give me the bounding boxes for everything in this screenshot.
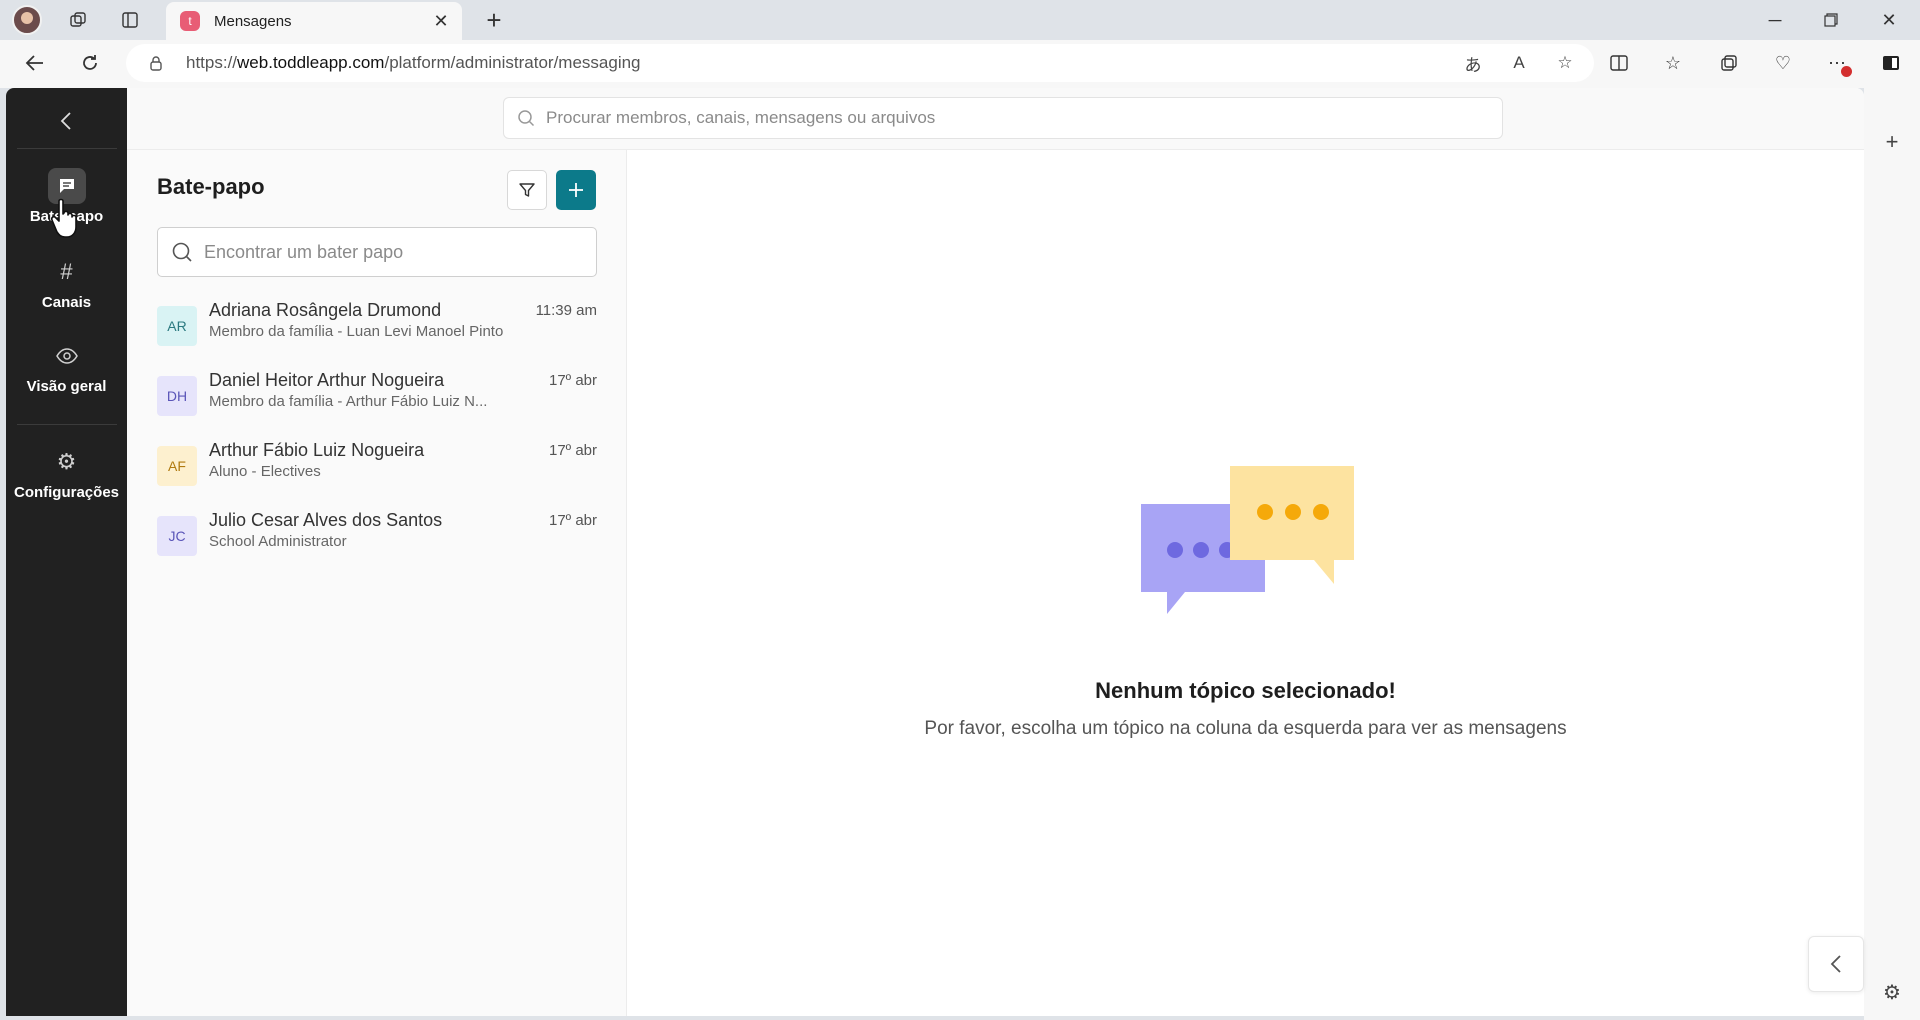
minimize-button[interactable]: ─ [1752, 4, 1798, 36]
chat-search-placeholder: Encontrar um bater papo [204, 241, 404, 262]
chat-name: Daniel Heitor Arthur Nogueira [209, 370, 445, 390]
global-search-input[interactable]: Procurar membros, canais, mensagens ou a… [503, 97, 1503, 139]
avatar: AF [157, 446, 197, 486]
nav-label-channels: Canais [41, 294, 92, 311]
top-bar: Procurar membros, canais, mensagens ou a… [127, 88, 1864, 150]
workspaces-icon[interactable] [62, 4, 94, 36]
chat-subtitle: Aluno - Electives [209, 463, 321, 480]
read-aloud-icon[interactable]: A [1506, 50, 1532, 76]
chat-subtitle: Membro da família - Arthur Fábio Luiz N.… [209, 393, 488, 410]
avatar: JC [157, 516, 197, 556]
left-nav: Bate-papo # Canais Visão geral ⚙ Configu… [6, 88, 127, 1016]
chat-time: 17º abr [548, 442, 597, 459]
eye-icon [48, 338, 86, 374]
more-menu-icon[interactable]: ⋯ [1822, 48, 1852, 78]
back-arrow-icon[interactable] [20, 48, 50, 78]
nav-item-channels[interactable]: # Canais [6, 254, 127, 311]
toddle-favicon-icon: t [180, 11, 200, 31]
chat-subtitle: School Administrator [209, 533, 347, 550]
collapse-nav-icon[interactable] [51, 106, 81, 136]
restore-button[interactable] [1808, 4, 1854, 36]
search-icon [170, 240, 194, 264]
toddle-app: Bate-papo # Canais Visão geral ⚙ Configu… [6, 88, 1864, 1016]
new-tab-button[interactable]: + [478, 4, 510, 36]
address-bar[interactable]: https://web.toddleapp.com/platform/admin… [126, 44, 1594, 82]
avatar: AR [157, 306, 197, 346]
browser-tabstrip: t Mensagens ✕ + ─ ✕ [0, 0, 1920, 40]
notification-badge [1841, 66, 1852, 77]
edge-settings-icon[interactable]: ⚙ [1876, 976, 1908, 1008]
hash-icon: # [60, 259, 73, 284]
browser-essentials-icon[interactable]: ♡ [1768, 48, 1798, 78]
chevron-left-icon [1830, 955, 1841, 973]
split-screen-icon[interactable] [1604, 48, 1634, 78]
edge-add-icon[interactable]: + [1876, 126, 1908, 158]
translate-icon[interactable]: あ [1460, 50, 1486, 76]
favorites-icon[interactable]: ☆ [1658, 48, 1688, 78]
search-icon [516, 108, 536, 128]
vertical-tabs-icon[interactable] [114, 4, 146, 36]
favorite-star-icon[interactable]: ☆ [1552, 50, 1578, 76]
filter-icon [519, 183, 535, 197]
edge-sidebar [1864, 88, 1920, 1020]
collections-icon[interactable] [1714, 48, 1744, 78]
nav-item-overview[interactable]: Visão geral [6, 338, 127, 395]
plus-icon [569, 183, 583, 197]
chat-subtitle: Membro da família - Luan Levi Manoel Pin… [209, 323, 504, 340]
close-window-button[interactable]: ✕ [1866, 4, 1912, 36]
browser-tab-active[interactable]: t Mensagens ✕ [166, 2, 462, 40]
global-search-placeholder: Procurar membros, canais, mensagens ou a… [546, 108, 936, 127]
empty-state-subtitle: Por favor, escolha um tópico na coluna d… [924, 718, 1567, 739]
chat-list-item[interactable]: AR Adriana Rosângela Drumond Membro da f… [157, 300, 597, 356]
close-tab-icon[interactable]: ✕ [430, 10, 452, 32]
chat-panel-title: Bate-papo [157, 174, 265, 199]
hand-cursor-icon [50, 198, 77, 238]
nav-divider [17, 148, 117, 149]
chat-name: Julio Cesar Alves dos Santos [209, 510, 443, 530]
nav-label-settings: Configurações [13, 484, 119, 501]
url-text: https://web.toddleapp.com/platform/admin… [186, 53, 641, 72]
chat-time: 11:39 am [535, 302, 597, 319]
chat-list-item[interactable]: AF Arthur Fábio Luiz Nogueira Aluno - El… [157, 440, 597, 496]
lock-icon[interactable] [148, 55, 164, 71]
chat-bubbles-illustration [1141, 466, 1354, 614]
conversation-empty-state: Nenhum tópico selecionado! Por favor, es… [627, 150, 1864, 1016]
chat-name: Adriana Rosângela Drumond [209, 300, 442, 320]
profile-avatar[interactable] [12, 5, 42, 35]
nav-item-settings[interactable]: ⚙ Configurações [6, 444, 127, 501]
refresh-icon[interactable] [75, 48, 105, 78]
gear-icon: ⚙ [56, 449, 77, 474]
chat-time: 17º abr [548, 372, 597, 389]
chat-name: Arthur Fábio Luiz Nogueira [209, 440, 425, 460]
sidebar-toggle-icon[interactable] [1876, 48, 1906, 78]
chat-time: 17º abr [548, 512, 597, 529]
nav-label-overview: Visão geral [26, 378, 107, 395]
expand-panel-button[interactable] [1808, 936, 1864, 992]
empty-state-title: Nenhum tópico selecionado! [1095, 678, 1396, 703]
chat-list-item[interactable]: JC Julio Cesar Alves dos Santos School A… [157, 510, 597, 566]
nav-divider [17, 424, 117, 425]
chat-list-item[interactable]: DH Daniel Heitor Arthur Nogueira Membro … [157, 370, 597, 426]
chat-list-panel: Bate-papo Encontrar um bater papo AR Adr… [127, 150, 627, 1016]
avatar: DH [157, 376, 197, 416]
new-chat-button[interactable] [556, 170, 596, 210]
filter-button[interactable] [507, 170, 547, 210]
tab-title: Mensagens [214, 12, 292, 30]
chat-search-input[interactable]: Encontrar um bater papo [157, 227, 597, 277]
